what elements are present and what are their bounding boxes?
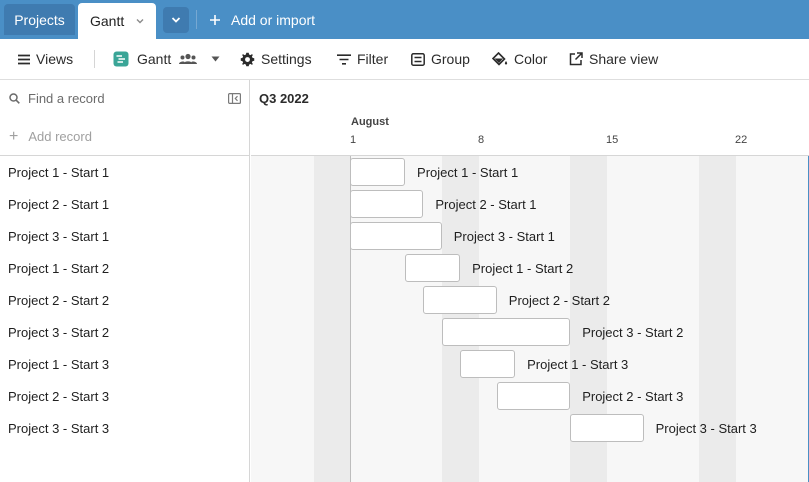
day-label: 1 <box>350 134 357 146</box>
plus-icon <box>210 14 220 25</box>
gantt-view-label: Gantt <box>137 51 172 67</box>
record-row[interactable]: Project 2 - Start 3 <box>0 380 249 412</box>
record-row[interactable]: Project 3 - Start 3 <box>0 412 249 444</box>
gantt-bar[interactable] <box>350 158 406 186</box>
tab-projects-label: Projects <box>14 11 65 28</box>
gantt-bar-label: Project 2 - Start 2 <box>508 293 610 308</box>
record-row[interactable]: Project 2 - Start 1 <box>0 188 249 220</box>
search-placeholder: Find a record <box>28 91 105 106</box>
gantt-timeline: Q3 2022 August 1 8 15 22 Project 1 - Sta… <box>251 80 809 482</box>
view-toolbar: Views Gantt Settings Filter Group Color … <box>0 39 809 80</box>
gear-icon <box>240 52 255 66</box>
share-icon <box>569 52 583 66</box>
gantt-bar[interactable] <box>460 350 516 378</box>
add-or-import-button[interactable]: Add or import <box>209 0 315 39</box>
caret-down-icon <box>211 56 220 62</box>
gantt-bar-label: Project 3 - Start 2 <box>582 325 684 340</box>
tab-projects[interactable]: Projects <box>4 4 75 35</box>
find-record-search[interactable]: Find a record <box>0 80 249 117</box>
record-row[interactable]: Project 1 - Start 3 <box>0 348 249 380</box>
gantt-bar-label: Project 3 - Start 1 <box>453 229 555 244</box>
plus-icon: + <box>9 127 19 145</box>
tab-gantt-label: Gantt <box>90 13 125 29</box>
gantt-bar[interactable] <box>350 190 424 218</box>
group-label: Group <box>431 51 470 67</box>
gantt-bar-label: Project 1 - Start 3 <box>527 357 629 372</box>
tab-divider <box>196 10 197 29</box>
filter-label: Filter <box>357 51 389 67</box>
gantt-bar-label: Project 1 - Start 2 <box>472 261 574 276</box>
gantt-icon <box>113 51 129 67</box>
chevron-down-icon[interactable] <box>135 16 145 26</box>
tab-gantt[interactable]: Gantt <box>78 3 156 39</box>
filter-icon <box>337 53 351 65</box>
view-switcher-gantt[interactable]: Gantt <box>113 39 226 79</box>
paint-bucket-icon <box>492 51 508 66</box>
weekend-shade <box>314 156 351 482</box>
menu-icon <box>18 54 30 64</box>
settings-button[interactable]: Settings <box>240 39 312 79</box>
gantt-bar-label: Project 2 - Start 3 <box>582 389 684 404</box>
share-view-label: Share view <box>589 51 659 67</box>
group-icon <box>411 52 425 66</box>
record-list-pane: Find a record + Add record Project 1 - S… <box>0 80 250 482</box>
views-label: Views <box>36 51 74 67</box>
day-label: 8 <box>478 134 485 146</box>
color-button[interactable]: Color <box>492 39 547 79</box>
gantt-bar[interactable] <box>496 382 571 410</box>
collapse-sidebar-icon[interactable] <box>228 93 241 104</box>
gantt-bar[interactable] <box>350 222 442 250</box>
gantt-bar-label: Project 3 - Start 3 <box>655 421 757 436</box>
settings-label: Settings <box>261 51 312 67</box>
filter-button[interactable]: Filter <box>337 39 388 79</box>
record-row[interactable]: Project 3 - Start 2 <box>0 316 249 348</box>
month-label: August <box>351 116 389 128</box>
gantt-bar[interactable] <box>441 318 571 346</box>
gantt-bar-label: Project 2 - Start 1 <box>435 197 537 212</box>
gantt-bar[interactable] <box>423 286 497 314</box>
toolbar-divider <box>94 50 95 68</box>
record-list: Project 1 - Start 1 Project 2 - Start 1 Pr… <box>0 156 249 444</box>
views-button[interactable]: Views <box>18 39 73 79</box>
gantt-bar[interactable] <box>570 414 644 442</box>
quarter-label: Q3 2022 <box>259 91 309 106</box>
add-record-button[interactable]: + Add record <box>0 118 249 155</box>
group-button[interactable]: Group <box>411 39 470 79</box>
search-icon <box>9 93 20 104</box>
gantt-bar[interactable] <box>405 254 461 282</box>
add-or-import-label: Add or import <box>231 11 316 28</box>
record-row[interactable]: Project 1 - Start 2 <box>0 252 249 284</box>
gantt-bar-label: Project 1 - Start 1 <box>417 165 519 180</box>
top-bar: Projects Gantt Add or import <box>0 0 809 39</box>
chevron-down-icon <box>171 17 181 23</box>
record-row[interactable]: Project 3 - Start 1 <box>0 220 249 252</box>
day-label: 22 <box>735 134 748 146</box>
record-row[interactable]: Project 1 - Start 1 <box>0 156 249 188</box>
add-record-label: Add record <box>28 129 92 144</box>
people-icon <box>179 53 198 64</box>
more-tabs-button[interactable] <box>163 7 189 33</box>
record-row[interactable]: Project 2 - Start 2 <box>0 284 249 316</box>
share-view-button[interactable]: Share view <box>569 39 658 79</box>
color-label: Color <box>514 51 548 67</box>
day-label: 15 <box>606 134 619 146</box>
